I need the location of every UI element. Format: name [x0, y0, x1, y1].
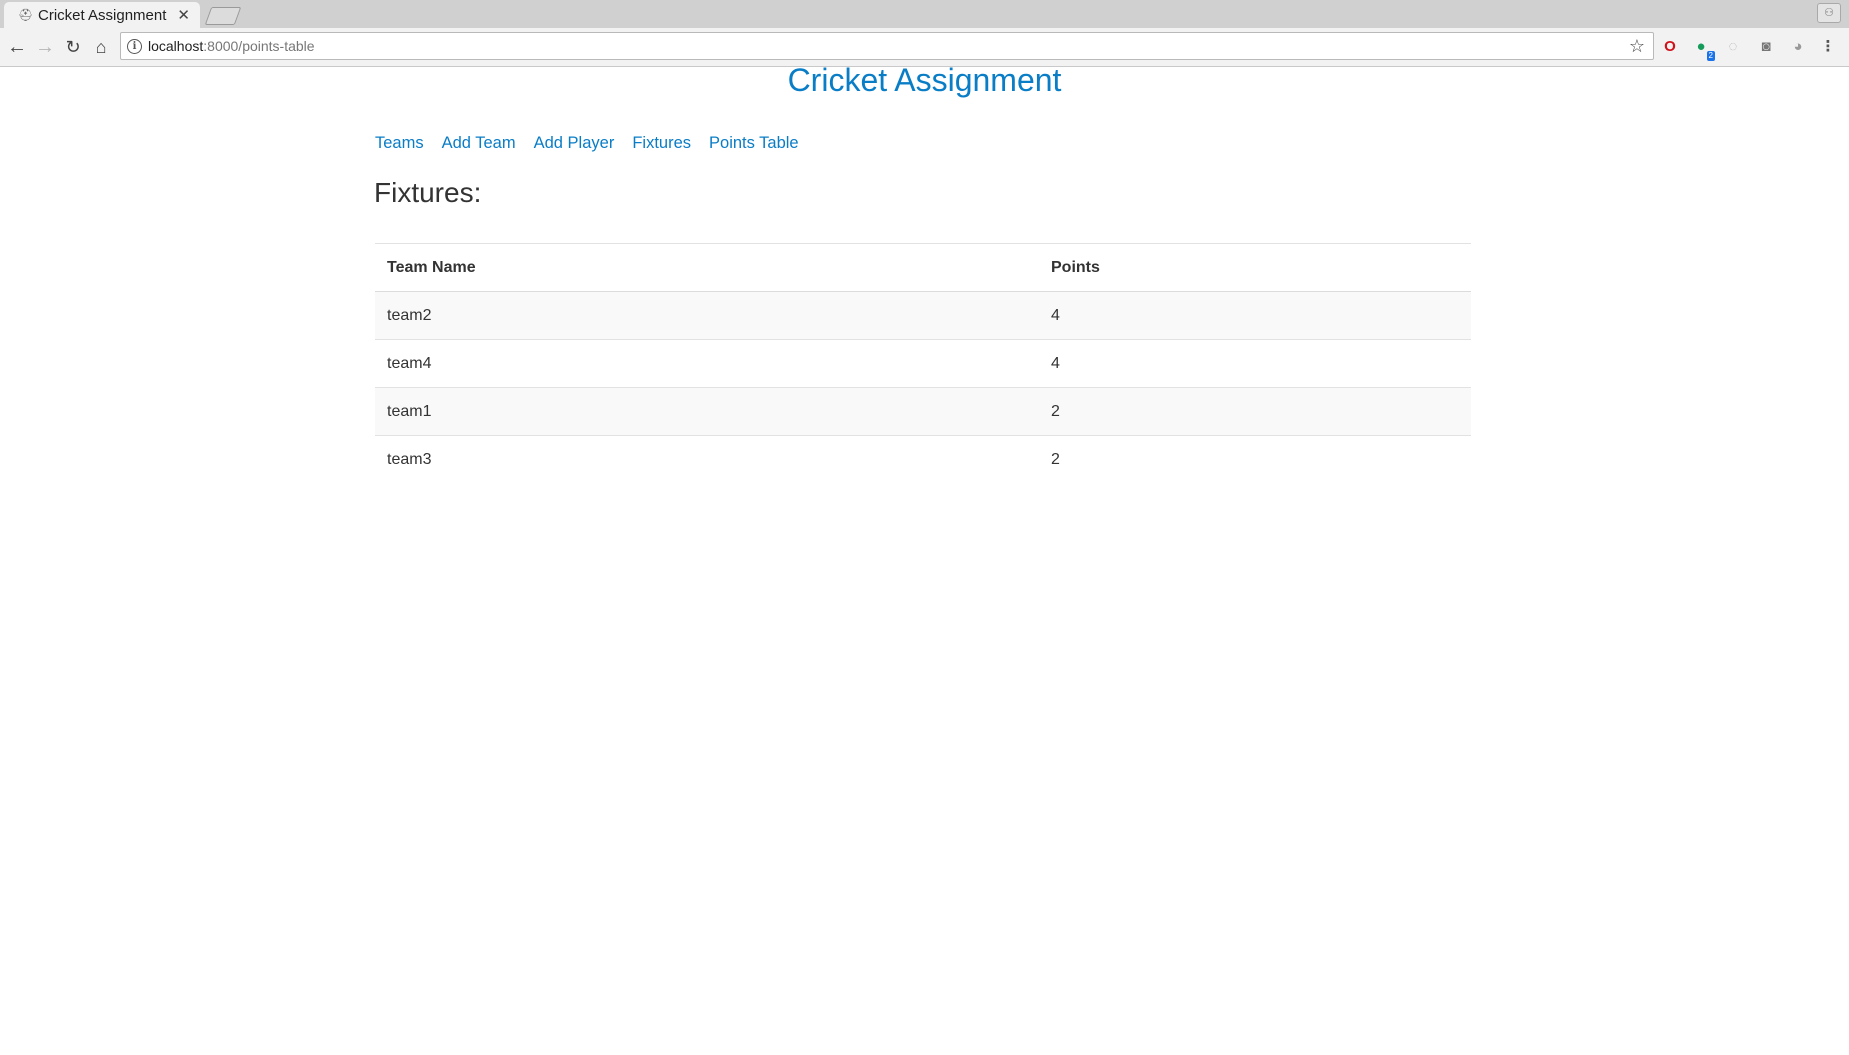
- nav-link-points-table[interactable]: Points Table: [709, 134, 799, 153]
- team-name-cell: team3: [375, 435, 1039, 484]
- table-row: team4 4: [375, 339, 1471, 388]
- new-tab-button[interactable]: [204, 7, 242, 25]
- opera-extension-icon[interactable]: O: [1660, 37, 1680, 57]
- browser-tab[interactable]: ⛑ Cricket Assignment ✕: [4, 2, 200, 28]
- nav-link-add-team[interactable]: Add Team: [442, 134, 516, 153]
- points-cell: 2: [1039, 387, 1471, 436]
- page-favicon-icon: ⛑: [18, 8, 34, 22]
- page-heading: Fixtures:: [374, 177, 482, 208]
- home-icon[interactable]: ⌂: [90, 36, 112, 58]
- team-name-cell: team2: [375, 291, 1039, 340]
- team-name-cell: team4: [375, 339, 1039, 388]
- nav-link-add-player[interactable]: Add Player: [534, 134, 615, 153]
- back-arrow-icon[interactable]: ←: [6, 36, 28, 58]
- browser-tab-strip: ⛑ Cricket Assignment ✕ ⚇: [0, 0, 1849, 28]
- close-tab-icon[interactable]: ✕: [177, 6, 190, 24]
- reload-icon[interactable]: ↻: [62, 36, 84, 58]
- column-header-team-name: Team Name: [375, 243, 1039, 292]
- url-path: :8000/points-table: [203, 38, 315, 54]
- tab-title: Cricket Assignment: [38, 6, 167, 24]
- points-cell: 4: [1039, 339, 1471, 388]
- team-name-cell: team1: [375, 387, 1039, 436]
- bookmark-star-icon[interactable]: ☆: [1629, 36, 1645, 57]
- table-header-row: Team Name Points: [375, 243, 1471, 292]
- camera-extension-icon[interactable]: ◙: [1756, 37, 1776, 57]
- profile-icon[interactable]: ⚇: [1817, 3, 1841, 23]
- column-header-points: Points: [1039, 243, 1471, 292]
- points-cell: 2: [1039, 435, 1471, 484]
- url-host: localhost: [148, 38, 204, 54]
- points-table: Team Name Points team2 4 team4 4 team1 2…: [375, 243, 1471, 484]
- globe-extension-icon[interactable]: ◌: [1723, 37, 1743, 57]
- site-nav: Teams Add Team Add Player Fixtures Point…: [375, 134, 817, 153]
- table-row: team1 2: [375, 387, 1471, 436]
- nav-link-fixtures[interactable]: Fixtures: [632, 134, 691, 153]
- info-icon[interactable]: i: [127, 38, 142, 54]
- nav-link-teams[interactable]: Teams: [375, 134, 424, 153]
- table-row: team3 2: [375, 435, 1471, 484]
- site-title: Cricket Assignment: [787, 62, 1062, 98]
- table-row: team2 4: [375, 291, 1471, 340]
- forward-arrow-icon[interactable]: →: [34, 36, 56, 58]
- points-cell: 4: [1039, 291, 1471, 340]
- extension-icon[interactable]: ● 2: [1691, 37, 1715, 61]
- menu-kebab-icon[interactable]: ⋮: [1818, 37, 1838, 57]
- extension-badge: 2: [1706, 51, 1715, 61]
- extension-circle-icon[interactable]: ◕: [1788, 37, 1808, 57]
- address-bar[interactable]: i localhost:8000/points-table ☆: [120, 32, 1654, 60]
